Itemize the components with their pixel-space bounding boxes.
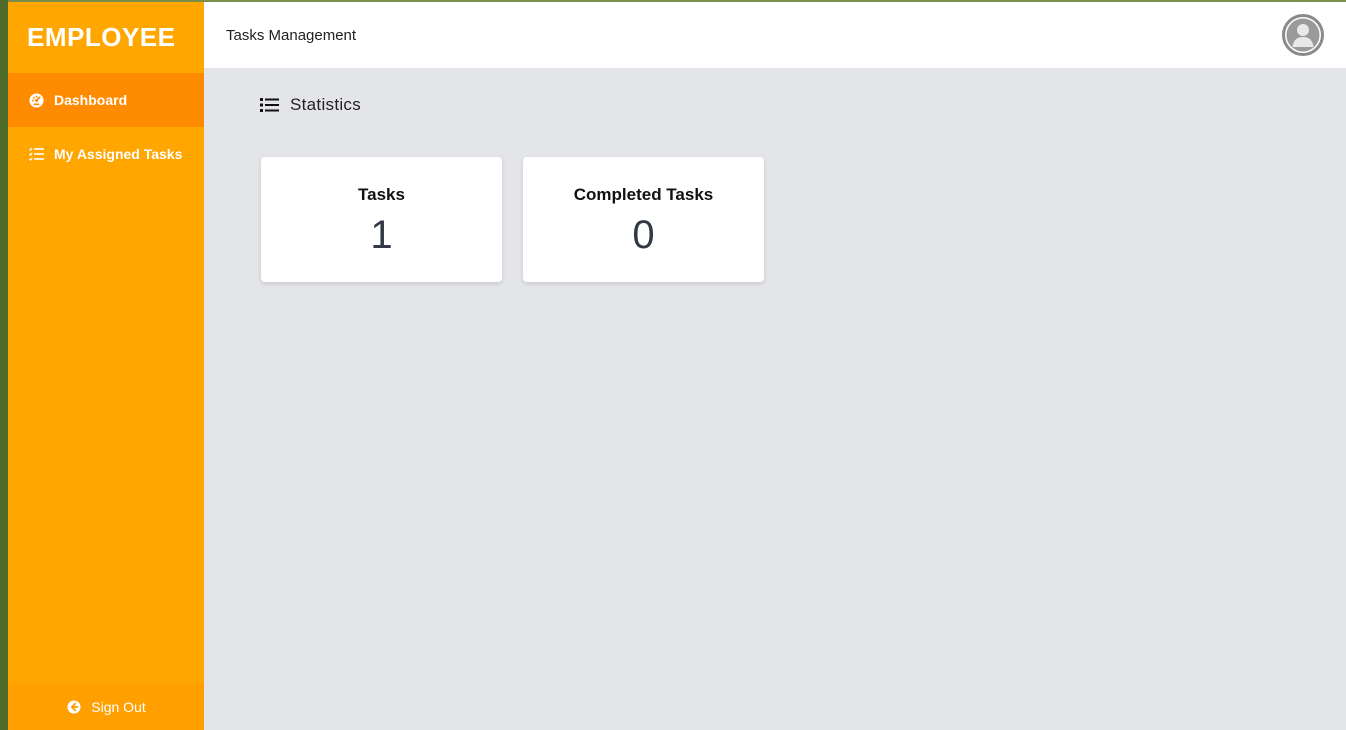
arrow-circle-left-icon (66, 699, 82, 715)
task-list-icon (28, 146, 44, 162)
sidebar-item-label: My Assigned Tasks (54, 146, 183, 162)
sidebar-item-dashboard[interactable]: Dashboard (8, 73, 204, 127)
sign-out-label: Sign Out (91, 698, 146, 715)
main-content: Statistics Tasks 1 Completed Tasks 0 (204, 69, 1346, 730)
stat-card-title: Completed Tasks (573, 185, 714, 204)
sidebar-item-my-assigned-tasks[interactable]: My Assigned Tasks (8, 127, 204, 181)
sidebar-item-label: Dashboard (54, 92, 128, 108)
section-heading: Statistics (260, 95, 361, 115)
sidebar: EMPLOYEE Dashboard My Assigned Tasks Sig… (8, 2, 204, 730)
stat-card-tasks: Tasks 1 (261, 157, 502, 282)
brand-title: EMPLOYEE (8, 2, 204, 73)
list-icon (260, 97, 280, 113)
dashboard-gauge-icon (28, 92, 44, 108)
user-avatar-icon[interactable] (1282, 14, 1324, 56)
stat-card-value: 0 (632, 213, 655, 257)
page-title: Tasks Management (226, 26, 357, 44)
stat-card-completed-tasks: Completed Tasks 0 (523, 157, 764, 282)
top-header: Tasks Management (204, 2, 1346, 69)
section-title: Statistics (290, 95, 362, 114)
stat-card-value: 1 (370, 213, 393, 257)
stat-card-title: Tasks (358, 185, 405, 204)
app-window: EMPLOYEE Dashboard My Assigned Tasks Sig… (0, 0, 1346, 730)
sign-out-button[interactable]: Sign Out (8, 683, 204, 730)
